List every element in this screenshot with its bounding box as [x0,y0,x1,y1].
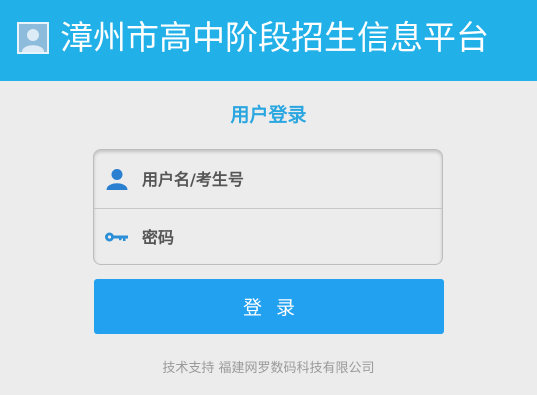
footer-credit: 技术支持 福建网罗数码科技有限公司 [162,361,375,376]
app-title: 漳州市高中阶段招生信息平台 [60,18,489,57]
username-row [94,150,442,208]
key-icon [104,224,130,250]
username-input[interactable] [142,164,432,194]
user-icon [104,166,130,192]
login-button[interactable]: 登录 [94,279,444,334]
login-form [93,149,443,265]
user-avatar-icon [17,22,49,54]
header-bar: 漳州市高中阶段招生信息平台 [0,0,537,81]
password-row [94,208,442,266]
password-input[interactable] [142,222,432,252]
login-heading: 用户登录 [230,104,307,126]
